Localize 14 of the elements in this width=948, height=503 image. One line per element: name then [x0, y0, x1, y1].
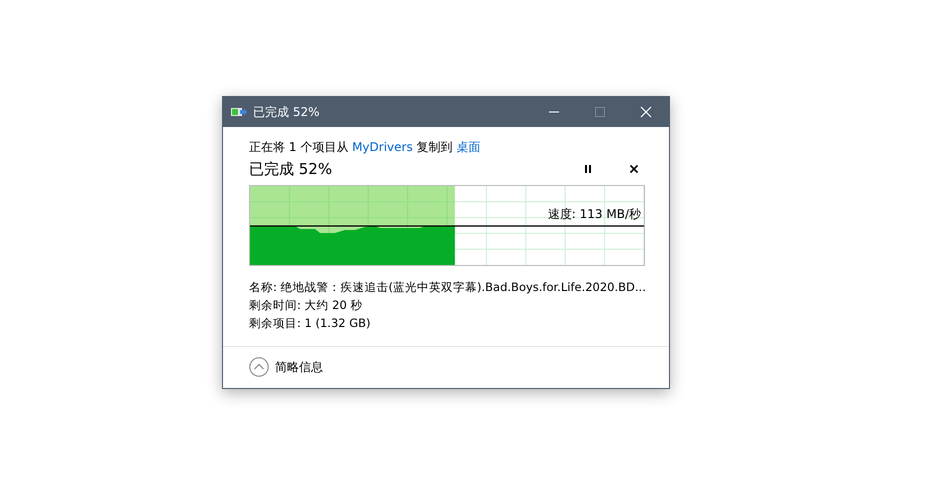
pause-icon[interactable] — [583, 164, 593, 174]
copy-description: 正在将 1 个项目从 MyDrivers 复制到 桌面 — [249, 139, 482, 155]
folder-link[interactable]: 桌面 — [456, 140, 480, 154]
window-title: 已完成 52% — [253, 104, 320, 120]
detail-line: 剩余时间: 大约 20 秒 — [249, 297, 364, 314]
speed-label: 速度: 113 MB/秒 — [548, 206, 641, 223]
progress-heading: 已完成 52% — [249, 160, 332, 178]
less-details-button[interactable]: 简略信息 — [249, 357, 323, 377]
detail-line: 剩余项目: 1 (1.32 GB) — [249, 315, 372, 332]
copy-icon — [231, 106, 247, 118]
chevron-up-icon — [249, 357, 269, 377]
cancel-icon[interactable] — [629, 164, 639, 174]
detail-line: 名称: 绝地战警：疾速追击(蓝光中英双字幕).Bad.Boys.for.Life.2020.BD... — [249, 279, 643, 296]
folder-link[interactable]: MyDrivers — [352, 140, 413, 154]
